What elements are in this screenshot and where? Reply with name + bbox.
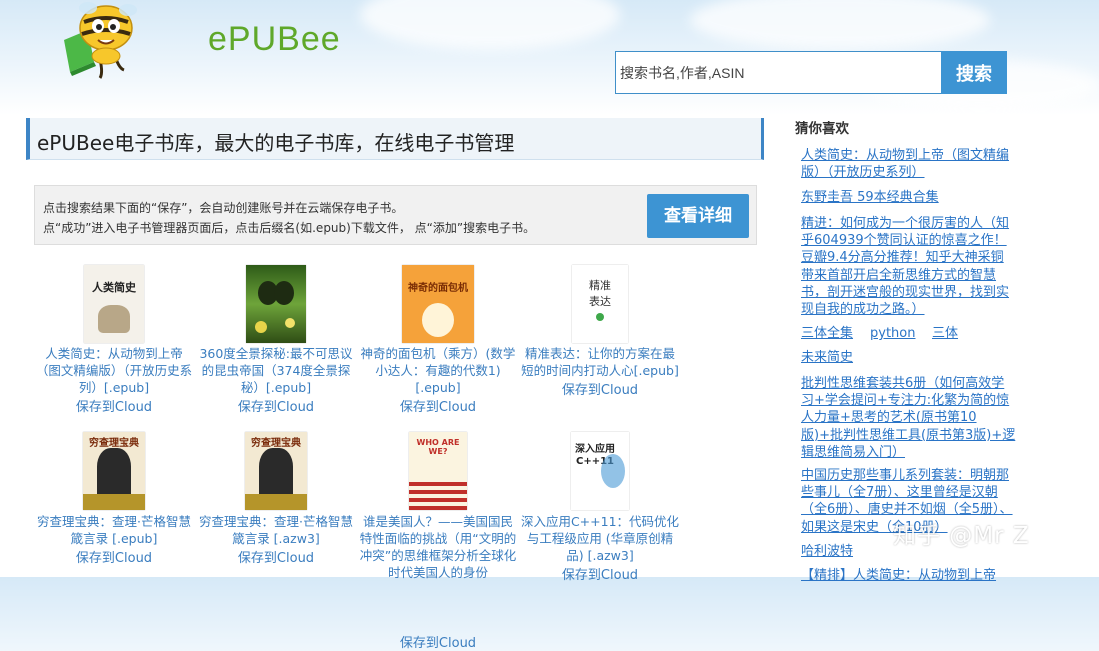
- cover-flag-stripes: [409, 482, 467, 510]
- cover-portrait: [259, 448, 293, 494]
- sidebar-link[interactable]: 三体全集: [801, 325, 853, 342]
- save-to-cloud-link[interactable]: 保存到Cloud: [196, 547, 356, 566]
- search-bar: 搜索: [615, 51, 1007, 94]
- save-to-cloud-link[interactable]: 保存到Cloud: [196, 396, 356, 415]
- book-cover[interactable]: WHO ARE WE?: [409, 432, 467, 510]
- book-cover[interactable]: 穷查理宝典: [83, 432, 145, 510]
- book-cover[interactable]: 穷查理宝典: [245, 432, 307, 510]
- cloud-decoration: [690, 0, 990, 50]
- book-title-link[interactable]: 深入应用C++11：代码优化与工程级应用 (华章原创精品) [.azw3]: [520, 513, 680, 564]
- book-title-link[interactable]: 360度全景探秘:最不可思议的昆虫帝国（374度全景探秘）[.epub]: [196, 345, 356, 396]
- sidebar-link[interactable]: 三体: [932, 325, 958, 342]
- notice-line-2: 点“成功”进入电子书管理器页面后，点击后缀名(如.epub)下载文件， 点“添加…: [43, 221, 536, 235]
- bee-mascot-icon: [64, 2, 137, 79]
- sidebar-link[interactable]: 哈利波特: [801, 543, 853, 560]
- cover-art: [596, 313, 604, 321]
- cover-text: 穷查理宝典: [251, 438, 301, 449]
- save-to-cloud-link[interactable]: 保存到Cloud: [520, 564, 680, 583]
- sidebar-link[interactable]: 【精排】人类简史：从动物到上帝: [801, 567, 1016, 584]
- cover-text: 神奇的面包机: [408, 283, 468, 294]
- sidebar-heading: 猜你喜欢: [795, 121, 849, 137]
- cover-band: [83, 494, 145, 510]
- book-cover[interactable]: 深入应用 C++11: [571, 432, 629, 510]
- cloud-decoration: [360, 0, 620, 50]
- book-cover[interactable]: 神奇的面包机: [402, 265, 474, 343]
- save-to-cloud-link[interactable]: 保存到Cloud: [520, 379, 680, 398]
- logo-wordmark: ePUBee: [208, 20, 341, 58]
- sidebar-link[interactable]: 东野圭吾 59本经典合集: [801, 189, 1016, 206]
- book-title-link[interactable]: 神奇的面包机（乘方）(数学小达人：有趣的代数1) [.epub]: [358, 345, 518, 396]
- cover-text: 精准表达: [589, 279, 611, 308]
- cover-portrait: [97, 448, 131, 494]
- notice-line-1: 点击搜索结果下面的“保存”，会自动创建账号并在云端保存电子书。: [43, 201, 404, 215]
- save-to-cloud-link[interactable]: 保存到Cloud: [34, 547, 194, 566]
- cover-art: [422, 303, 454, 337]
- book-cover[interactable]: 人类简史: [84, 265, 144, 343]
- page-title: ePUBee电子书库，最大的电子书库，在线电子书管理: [37, 131, 515, 155]
- page-title-bar: ePUBee电子书库，最大的电子书库，在线电子书管理: [26, 118, 764, 160]
- book-title-link[interactable]: 精准表达：让你的方案在最短的时间内打动人心[.epub]: [520, 345, 680, 379]
- cover-art: [98, 305, 130, 333]
- sidebar-link[interactable]: 人类简史：从动物到上帝（图文精编版）（开放历史系列）: [801, 147, 1016, 181]
- cover-text: WHO ARE WE?: [416, 438, 460, 456]
- search-input[interactable]: [615, 51, 941, 94]
- sidebar-link[interactable]: python: [870, 325, 915, 342]
- book-title-link[interactable]: 人类简史：从动物到上帝（图文精编版）（开放历史系列）[.epub]: [34, 345, 194, 396]
- cover-band: [245, 494, 307, 510]
- book-title-link[interactable]: 谁是美国人？——美国国民特性面临的挑战（用“文明的冲突”的思维框架分析全球化时代…: [358, 513, 518, 581]
- watermark: 知乎 @Mr Z: [893, 523, 1030, 549]
- book-title-link[interactable]: 穷查理宝典：查理·芒格智慧箴言录 [.epub]: [34, 513, 194, 547]
- notice-box: 点击搜索结果下面的“保存”，会自动创建账号并在云端保存电子书。 点“成功”进入电…: [34, 185, 757, 245]
- cover-text: 穷查理宝典: [89, 438, 139, 449]
- cover-text: 人类简史: [92, 281, 136, 294]
- book-cover[interactable]: 精准表达: [572, 265, 628, 343]
- save-to-cloud-link[interactable]: 保存到Cloud: [34, 396, 194, 415]
- sidebar-link[interactable]: 未来简史: [801, 349, 853, 366]
- butterfly-icon: [255, 281, 295, 333]
- sidebar-link[interactable]: 精进：如何成为一个很厉害的人（知乎604939个赞同认证的惊喜之作！豆瓣9.4分…: [801, 215, 1016, 318]
- site-logo[interactable]: ePUBee: [58, 0, 340, 85]
- cover-art: [601, 454, 625, 488]
- sidebar-link[interactable]: 批判性思维套装共6册（如何高效学习+学会提问+专注力:化繁为简的惊人力量+思考的…: [801, 375, 1016, 461]
- save-to-cloud-link[interactable]: 保存到Cloud: [358, 632, 518, 651]
- book-title-link[interactable]: 穷查理宝典：查理·芒格智慧箴言录 [.azw3]: [196, 513, 356, 547]
- book-cover[interactable]: [246, 265, 306, 343]
- view-details-button[interactable]: 查看详细: [647, 194, 749, 238]
- save-to-cloud-link[interactable]: 保存到Cloud: [358, 396, 518, 415]
- search-button[interactable]: 搜索: [941, 51, 1007, 94]
